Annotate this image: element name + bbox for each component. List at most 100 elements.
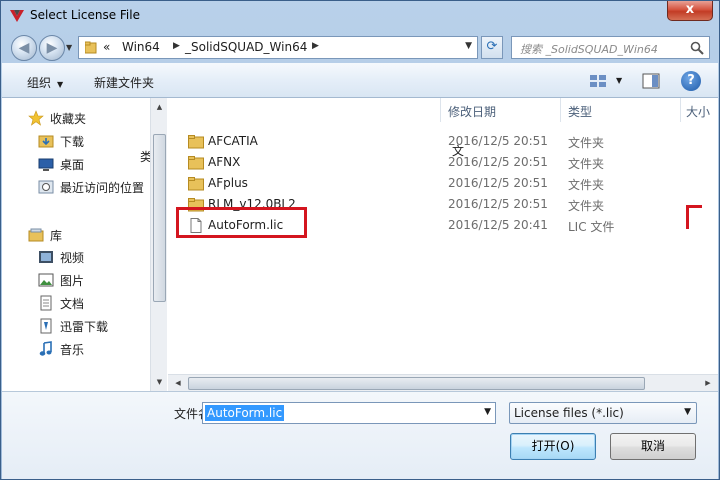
search-icon	[690, 41, 704, 55]
navigation-pane: 收藏夹 下载 桌面 最近访问的位置 类 库 视频 图片 文档 迅雷下载 音乐	[2, 98, 152, 391]
column-header-size[interactable]: 大小	[680, 98, 718, 122]
history-dropdown-icon[interactable]: ▼	[66, 43, 72, 52]
folder-icon	[188, 177, 204, 191]
nav-videos-label: 视频	[60, 251, 85, 265]
folder-icon	[188, 135, 204, 149]
app-logo-icon	[10, 10, 24, 22]
picture-icon	[38, 273, 54, 287]
file-type: LIC 文件	[568, 220, 615, 234]
file-row[interactable]: AFCATIA 2016/12/5 20:51 文件夹	[168, 131, 718, 152]
breadcrumb-win64[interactable]: Win64	[122, 40, 160, 54]
nav-recent-label: 最近访问的位置	[60, 181, 145, 195]
file-row[interactable]: AFNX 2016/12/5 20:51 文件夹	[168, 152, 718, 173]
nav-favorites-label: 收藏夹	[50, 112, 87, 126]
horizontal-scrollbar[interactable]: ◀ ▶	[168, 374, 718, 391]
filename-combobox[interactable]: AutoForm.lic ▼	[202, 402, 496, 424]
filename-dropdown-icon[interactable]: ▼	[484, 407, 491, 417]
video-icon	[39, 251, 53, 263]
file-row[interactable]: AFplus 2016/12/5 20:51 文件夹	[168, 173, 718, 194]
nav-xunlei-label: 迅雷下载	[60, 320, 109, 334]
scroll-left-icon[interactable]: ◀	[171, 377, 185, 390]
scroll-up-icon[interactable]: ▲	[153, 100, 166, 114]
filename-input[interactable]: AutoForm.lic	[205, 405, 285, 421]
select-license-dialog: Select License File x ◀ ▶ ▼ « Win64 ▶ _S…	[0, 0, 720, 480]
view-dropdown-icon[interactable]: ▼	[616, 76, 622, 85]
organize-label: 组织	[27, 76, 52, 90]
file-date: 2016/12/5 20:51	[448, 134, 548, 148]
filter-dropdown-icon[interactable]: ▼	[684, 407, 691, 417]
refresh-icon: ⟳	[486, 39, 498, 54]
navigation-row: ◀ ▶ ▼ « Win64 ▶ _SolidSQUAD_Win64 ▶ ▼ ⟳ …	[1, 31, 719, 63]
column-divider[interactable]	[680, 98, 681, 122]
file-name: AFCATIA	[208, 134, 258, 148]
window-title: Select License File	[30, 8, 140, 22]
desktop-icon	[38, 158, 54, 171]
column-type-label: 类型	[568, 105, 593, 119]
scroll-down-icon[interactable]: ▼	[153, 375, 166, 389]
recent-places-icon	[38, 180, 54, 194]
chevron-down-icon: ▼	[57, 80, 64, 89]
scroll-right-icon[interactable]: ▶	[701, 377, 715, 390]
navigation-scrollbar[interactable]: ▲ ▼	[150, 98, 167, 391]
column-header-date[interactable]: 修改日期	[440, 98, 560, 122]
file-date: 2016/12/5 20:51	[448, 176, 548, 190]
main-area: 收藏夹 下载 桌面 最近访问的位置 类 库 视频 图片 文档 迅雷下载 音乐 ▲…	[2, 98, 718, 391]
file-type: 文件夹	[568, 136, 605, 150]
arrow-right-icon: ▶	[46, 40, 58, 56]
new-folder-label: 新建文件夹	[94, 76, 155, 90]
column-header-name[interactable]: 名称	[188, 98, 212, 122]
address-bar[interactable]: « Win64 ▶ _SolidSQUAD_Win64 ▶ ▼	[78, 36, 478, 59]
dialog-footer: 文件名(N): AutoForm.lic ▼ License files (*.…	[2, 391, 718, 479]
search-input[interactable]: 搜索 _SolidSQUAD_Win64	[520, 41, 658, 57]
scroll-thumb[interactable]	[188, 377, 645, 390]
file-date: 2016/12/5 20:51	[448, 155, 548, 169]
open-button[interactable]: 打开(O)	[510, 433, 596, 460]
document-icon	[40, 295, 52, 311]
highlight-annotation-fragment	[686, 205, 702, 229]
address-overflow[interactable]: «	[103, 40, 110, 54]
scroll-thumb[interactable]	[153, 134, 166, 302]
help-icon[interactable]: ?	[681, 71, 701, 91]
preview-pane-icon[interactable]	[642, 73, 660, 89]
file-type: 文件夹	[568, 199, 605, 213]
back-button[interactable]: ◀	[11, 35, 37, 61]
column-header-type[interactable]: 类型	[560, 98, 680, 122]
column-divider[interactable]	[560, 98, 561, 122]
nav-pictures-label: 图片	[60, 274, 85, 288]
cancel-button[interactable]: 取消	[610, 433, 696, 460]
breadcrumb-solidsquad[interactable]: _SolidSQUAD_Win64	[185, 40, 307, 54]
close-button[interactable]: x	[667, 1, 713, 21]
nav-music-label: 音乐	[60, 343, 85, 357]
file-list: 名称 修改日期 类型 大小 文 AFCATIA 2016/12/5 20:51 …	[168, 98, 718, 376]
view-options-icon[interactable]	[589, 73, 607, 89]
close-icon: x	[685, 2, 695, 17]
arrow-left-icon: ◀	[18, 40, 30, 56]
file-type-filter[interactable]: License files (*.lic) ▼	[509, 402, 697, 424]
nav-downloads-label: 下载	[60, 135, 85, 149]
star-icon	[28, 110, 44, 126]
file-date: 2016/12/5 20:41	[448, 218, 548, 232]
library-icon	[28, 228, 44, 242]
breadcrumb-chevron-icon[interactable]: ▶	[312, 41, 319, 51]
breadcrumb-chevron-icon[interactable]: ▶	[173, 41, 180, 51]
file-type-filter-value: License files (*.lic)	[514, 406, 624, 420]
column-divider[interactable]	[440, 98, 441, 122]
new-folder-button[interactable]: 新建文件夹	[94, 74, 154, 91]
file-type: 文件夹	[568, 178, 605, 192]
music-icon	[39, 341, 52, 356]
forward-button[interactable]: ▶	[39, 35, 65, 61]
search-box[interactable]: 搜索 _SolidSQUAD_Win64	[511, 36, 710, 59]
file-date: 2016/12/5 20:51	[448, 197, 548, 211]
column-date-label: 修改日期	[448, 105, 497, 119]
highlight-annotation	[176, 207, 307, 238]
title-bar[interactable]: Select License File x	[1, 1, 719, 31]
nav-libraries-label: 库	[50, 229, 63, 243]
xunlei-folder-icon	[40, 318, 52, 334]
address-dropdown-icon[interactable]: ▼	[465, 41, 472, 51]
refresh-button[interactable]: ⟳	[481, 36, 503, 59]
download-folder-icon	[38, 135, 54, 148]
command-toolbar: 组织 ▼ 新建文件夹 ▼ ?	[2, 63, 718, 98]
nav-desktop-label: 桌面	[60, 158, 85, 172]
organize-button[interactable]: 组织 ▼	[27, 74, 63, 91]
file-name: AFplus	[208, 176, 248, 190]
